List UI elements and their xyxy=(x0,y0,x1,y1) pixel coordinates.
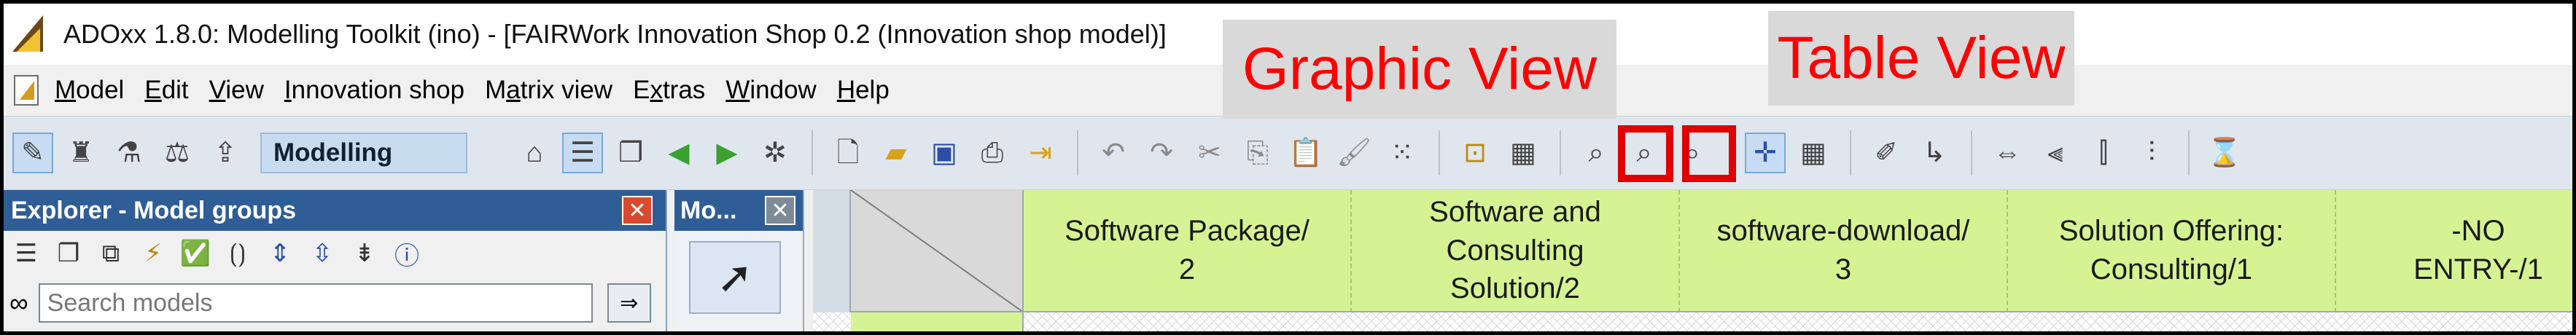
explorer-title: Explorer - Model groups xyxy=(11,196,297,224)
menu-view[interactable]: View xyxy=(209,76,264,105)
align-left-icon[interactable]: ⫷ xyxy=(2035,133,2076,173)
column-header[interactable]: -NO ENTRY-/1 xyxy=(2336,190,2572,312)
save-icon[interactable]: ▣ xyxy=(924,133,965,173)
help-icon[interactable]: ⓘ xyxy=(390,237,424,270)
expand-level-icon[interactable]: ⇟ xyxy=(348,237,381,270)
edit-connector-icon[interactable]: ✐ xyxy=(1866,133,1907,173)
search-models-input[interactable] xyxy=(38,283,593,323)
column-header[interactable]: software-download/ 3 xyxy=(1680,190,2008,312)
adoxx-app-icon xyxy=(12,15,47,53)
explorer-header: Explorer - Model groups ✕ xyxy=(4,190,666,231)
windows-icon[interactable]: ❐ xyxy=(610,133,651,173)
connector-icon[interactable]: ↳ xyxy=(1914,133,1955,173)
table-view-callout: Table View xyxy=(1768,11,2074,106)
column-header-row: Software Package/ 2 Software and Consult… xyxy=(1024,190,2572,312)
analysis-icon[interactable]: ♜ xyxy=(61,133,101,173)
format-painter-icon[interactable]: 🖌 xyxy=(1334,133,1374,173)
document-menu-icon[interactable] xyxy=(11,74,44,107)
hourglass-icon[interactable]: ⌛ xyxy=(2204,133,2245,173)
explorer-search-row: ∞ ⇒ xyxy=(4,277,666,328)
matrix-table: Software Package/ 2 Software and Consult… xyxy=(813,190,2572,331)
database-icon[interactable]: ☰ xyxy=(9,237,43,270)
modelling-bar-panel: Mo... ✕ ➚ xyxy=(674,190,804,331)
table-view-highlight xyxy=(1682,125,1736,182)
app-window: ADOxx 1.8.0: Modelling Toolkit (ino) - [… xyxy=(0,0,2576,335)
window-title: ADOxx 1.8.0: Modelling Toolkit (ino) - [… xyxy=(63,19,1167,49)
menu-help[interactable]: Help xyxy=(837,76,890,105)
modelling-bar-header: Mo... ✕ xyxy=(674,190,803,231)
menu-matrix-view[interactable]: Matrix view xyxy=(485,76,612,105)
table-view-icon[interactable]: ▦ xyxy=(1503,133,1544,173)
column-header[interactable]: Solution Offering: Consulting/1 xyxy=(2008,190,2336,312)
back-icon[interactable]: ◀ xyxy=(658,133,699,173)
database-icon[interactable]: ☰ xyxy=(562,133,603,173)
search-go-icon[interactable]: ⇒ xyxy=(607,283,651,323)
explorer-close-button[interactable]: ✕ xyxy=(622,196,653,225)
explorer-panel: Explorer - Model groups ✕ ☰ ❐ ⧉ ⚡ ✅ ⟮⟯ ⇕… xyxy=(4,190,667,331)
pointer-tool-icon[interactable]: ➚ xyxy=(689,241,781,314)
paste-icon[interactable]: 📋 xyxy=(1285,133,1326,173)
matrix-body-row xyxy=(813,312,2572,331)
distribute-icon[interactable]: ⫶ xyxy=(2131,133,2172,173)
modelling-bar-title: Mo... xyxy=(680,196,737,224)
model-check-icon[interactable]: ✅ xyxy=(179,237,212,270)
select-tool-icon[interactable]: ⁙ xyxy=(1382,133,1423,173)
undo-icon[interactable]: ↶ xyxy=(1093,133,1134,173)
corner-diagonal xyxy=(851,190,1022,311)
graphic-view-icon[interactable]: ⊡ xyxy=(1455,133,1495,173)
menu-model[interactable]: Model xyxy=(55,76,124,105)
graphic-view-callout: Graphic View xyxy=(1223,20,1616,119)
explorer-toolbar: ☰ ❐ ⧉ ⚡ ✅ ⟮⟯ ⇕ ⇳ ⇟ ⓘ xyxy=(4,231,666,276)
simulation-icon[interactable]: ⚗ xyxy=(109,133,149,173)
menu-edit[interactable]: Edit xyxy=(144,76,188,105)
mode-selector[interactable]: Modelling xyxy=(260,133,467,173)
modelling-mode-icon[interactable]: ✎ xyxy=(12,133,53,173)
column-header[interactable]: Software and Consulting Solution/2 xyxy=(1352,190,1680,312)
search-icon[interactable]: ⌕ xyxy=(1576,133,1616,173)
open-icon[interactable]: ▰ xyxy=(876,133,917,173)
copy-icon[interactable]: ⎘ xyxy=(1237,133,1278,173)
expand-all-icon[interactable]: ⇕ xyxy=(263,237,297,270)
align-center-icon[interactable]: ⫿ xyxy=(2083,133,2124,173)
main-toolbar: ✎ ♜ ⚗ ⚖ ⇪ Modelling ⌂ ☰ ❐ ◀ ▶ ✲ 🗋 ▰ ▣ ⎙ … xyxy=(4,116,2572,190)
new-icon[interactable]: 🗋 xyxy=(828,133,868,173)
crosshair-icon[interactable]: ✛ xyxy=(1745,133,1786,173)
column-header[interactable]: Software Package/ 2 xyxy=(1024,190,1352,312)
model-groups-icon[interactable]: ❐ xyxy=(52,237,85,270)
menu-window[interactable]: Window xyxy=(725,76,817,105)
collapse-all-icon[interactable]: ⇳ xyxy=(306,237,339,270)
print-icon[interactable]: ⎙ xyxy=(972,133,1013,173)
home-icon[interactable]: ⌂ xyxy=(514,133,555,173)
evaluation-icon[interactable]: ⚖ xyxy=(157,133,198,173)
cut-icon[interactable]: ✂ xyxy=(1189,133,1230,173)
matrix-corner-cell xyxy=(851,190,1024,312)
grid-icon[interactable]: ▦ xyxy=(1793,133,1834,173)
fit-width-icon[interactable]: ⇔ xyxy=(1987,133,2028,173)
import-export-icon[interactable]: ⇪ xyxy=(205,133,246,173)
menu-innovation-shop[interactable]: Innovation shop xyxy=(284,76,464,105)
forward-icon[interactable]: ▶ xyxy=(707,133,747,173)
modelling-bar-close-button[interactable]: ✕ xyxy=(765,196,795,225)
navigator-icon[interactable]: ✲ xyxy=(755,133,795,173)
hierarchy-icon[interactable]: ⧉ xyxy=(94,237,128,270)
menu-extras[interactable]: Extras xyxy=(633,76,705,105)
model-icon[interactable]: ⚡ xyxy=(136,237,170,270)
row-header-cell[interactable] xyxy=(851,312,1024,331)
redo-icon[interactable]: ↷ xyxy=(1141,133,1182,173)
graphic-view-highlight xyxy=(1618,125,1673,182)
binoculars-icon: ∞ xyxy=(9,288,28,318)
version-icon[interactable]: ⟮⟯ xyxy=(221,237,254,270)
export-icon[interactable]: ⇥ xyxy=(1020,133,1061,173)
